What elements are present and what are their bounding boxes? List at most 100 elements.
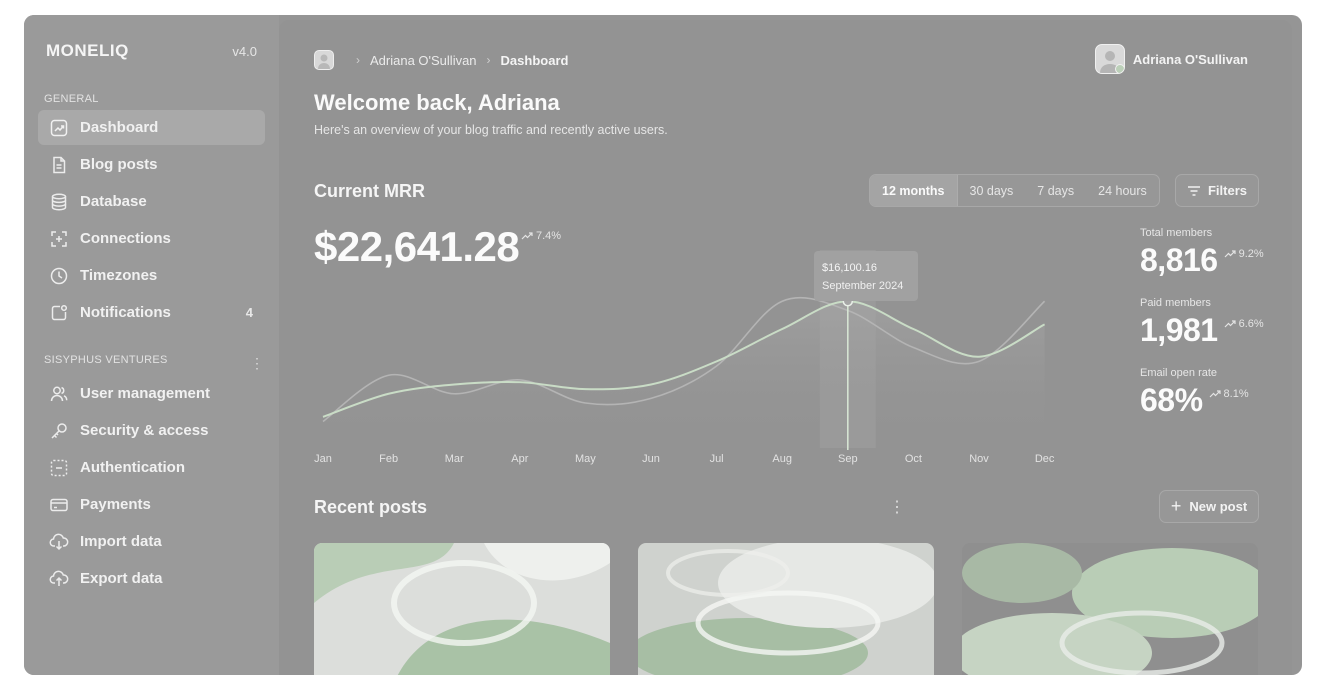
post-card-image[interactable] (314, 543, 610, 675)
stat-value: 68% (1140, 382, 1203, 418)
x-tick-label: Jan (314, 453, 332, 465)
stat-label: Email open rate (1140, 367, 1218, 379)
x-tick-label: May (575, 453, 596, 465)
database-icon (49, 192, 69, 212)
x-tick-label: Feb (379, 453, 398, 465)
x-tick-label: Apr (511, 453, 528, 465)
filters-button[interactable]: Filters (1175, 174, 1259, 207)
sidebar-item-label: Payments (80, 496, 151, 513)
user-menu[interactable]: Adriana O'Sullivan (1094, 44, 1248, 74)
sidebar-item-user-management[interactable]: User management (38, 376, 265, 411)
sidebar-item-payments[interactable]: Payments (38, 487, 265, 522)
sidebar-item-label: Authentication (80, 459, 185, 476)
more-options-icon[interactable]: ⋮ (889, 497, 905, 517)
x-tick-label: Jul (710, 453, 724, 465)
sidebar-item-authentication[interactable]: Authentication (38, 450, 265, 485)
x-tick-label: Mar (445, 453, 464, 465)
sidebar-item-label: Import data (80, 533, 162, 550)
x-tick-label: Dec (1035, 453, 1055, 465)
avatar (1094, 44, 1125, 74)
sidebar-item-dashboard[interactable]: Dashboard (38, 110, 265, 145)
breadcrumb-user[interactable]: Adriana O'Sullivan (370, 53, 477, 68)
notification-icon (49, 303, 69, 323)
time-range-selector: 12 months 30 days 7 days 24 hours (869, 174, 1160, 207)
plus-icon: + (1170, 496, 1182, 516)
x-tick-label: Oct (905, 453, 922, 465)
new-post-label: New post (1189, 499, 1248, 514)
sidebar-item-security[interactable]: Security & access (38, 413, 265, 448)
range-30-days[interactable]: 30 days (958, 175, 1026, 206)
page-title: Welcome back, Adriana (314, 90, 560, 115)
stat-delta: 6.6% (1224, 318, 1264, 330)
clock-icon (49, 266, 69, 286)
sidebar-item-label: User management (80, 385, 211, 402)
connections-icon (49, 229, 69, 249)
sidebar-item-label: Blog posts (80, 156, 158, 173)
sidebar-item-label: Database (80, 193, 147, 210)
app-window: MONELIQ v4.0 GENERAL Dashboard Blog post… (24, 15, 1302, 675)
stat-label: Paid members (1140, 297, 1211, 309)
user-name: Adriana O'Sullivan (1132, 51, 1248, 67)
range-7-days[interactable]: 7 days (1025, 175, 1086, 206)
tooltip-value: $16,100.16 (822, 262, 877, 274)
cloud-download-icon (49, 532, 69, 552)
online-status-dot (1114, 64, 1124, 73)
trend-up-icon (1209, 390, 1221, 398)
app-logo[interactable]: MONELIQ (46, 41, 129, 61)
app-version: v4.0 (232, 44, 257, 59)
stat-delta-value: 9.2% (1238, 248, 1264, 260)
range-12-months[interactable]: 12 months (870, 175, 958, 206)
x-tick-label: Sep (838, 453, 858, 465)
stat-email-open-rate: Email open rate 68% 8.1% (1140, 367, 1249, 418)
sidebar-item-label: Timezones (80, 267, 158, 284)
stat-total-members: Total members 8,816 9.2% (1140, 227, 1264, 278)
credit-card-icon (49, 495, 69, 515)
trend-up-icon (1224, 320, 1236, 328)
stat-label: Total members (1140, 227, 1213, 239)
sidebar-item-connections[interactable]: Connections (38, 221, 265, 256)
users-icon (49, 384, 69, 404)
cloud-upload-icon (49, 569, 69, 589)
series-area-primary (323, 301, 1045, 440)
sidebar-item-import-data[interactable]: Import data (38, 524, 265, 559)
sidebar-item-database[interactable]: Database (38, 184, 265, 219)
chevron-right-icon: › (486, 53, 491, 67)
page-subtitle: Here's an overview of your blog traffic … (314, 123, 668, 137)
sidebar-item-blog-posts[interactable]: Blog posts (38, 147, 265, 182)
sidebar-item-label: Security & access (80, 422, 209, 439)
sidebar-item-label: Notifications (80, 304, 171, 321)
range-24-hours[interactable]: 24 hours (1086, 175, 1159, 206)
breadcrumb: › Adriana O'Sullivan › Dashboard (314, 50, 568, 70)
sidebar-item-label: Dashboard (80, 119, 159, 136)
chart-icon (49, 118, 69, 138)
mrr-line-chart[interactable]: $16,100.16 September 2024 Jan Feb Mar Apr Ma… (313, 235, 1103, 465)
new-post-button[interactable]: + New post (1159, 490, 1259, 523)
x-tick-label: Aug (772, 453, 792, 465)
stat-delta-value: 8.1% (1223, 388, 1249, 400)
document-icon (49, 155, 69, 175)
key-icon (49, 421, 69, 441)
main-panel: › Adriana O'Sullivan › Dashboard Adriana… (279, 20, 1292, 675)
sidebar-item-export-data[interactable]: Export data (38, 561, 265, 596)
filters-label: Filters (1207, 183, 1247, 198)
breadcrumb-current: Dashboard (500, 52, 569, 68)
x-axis-ticks: Jan Feb Mar Apr May Jun Jul Aug Sep Oct Nov Dec (314, 453, 1055, 465)
sidebar-item-label: Connections (80, 230, 171, 247)
post-card-image[interactable] (638, 543, 934, 675)
chevron-right-icon: › (356, 53, 360, 67)
sidebar-item-timezones[interactable]: Timezones (38, 258, 265, 293)
stat-delta-value: 6.6% (1238, 318, 1264, 330)
recent-posts-title: Recent posts (314, 497, 428, 517)
post-card-image[interactable] (962, 543, 1258, 675)
sidebar-item-notifications[interactable]: Notifications 4 (38, 295, 265, 330)
x-tick-label: Nov (969, 453, 989, 465)
stat-paid-members: Paid members 1,981 6.6% (1140, 297, 1264, 348)
x-tick-label: Jun (642, 453, 660, 465)
mrr-title: Current MRR (314, 181, 425, 201)
stat-delta: 9.2% (1224, 248, 1264, 260)
sidebar-item-label: Export data (80, 570, 163, 587)
trend-up-icon (1224, 250, 1236, 258)
workspace-menu-icon[interactable]: ⋮ (250, 355, 264, 372)
scan-icon (49, 458, 69, 478)
avatar[interactable] (314, 50, 334, 70)
